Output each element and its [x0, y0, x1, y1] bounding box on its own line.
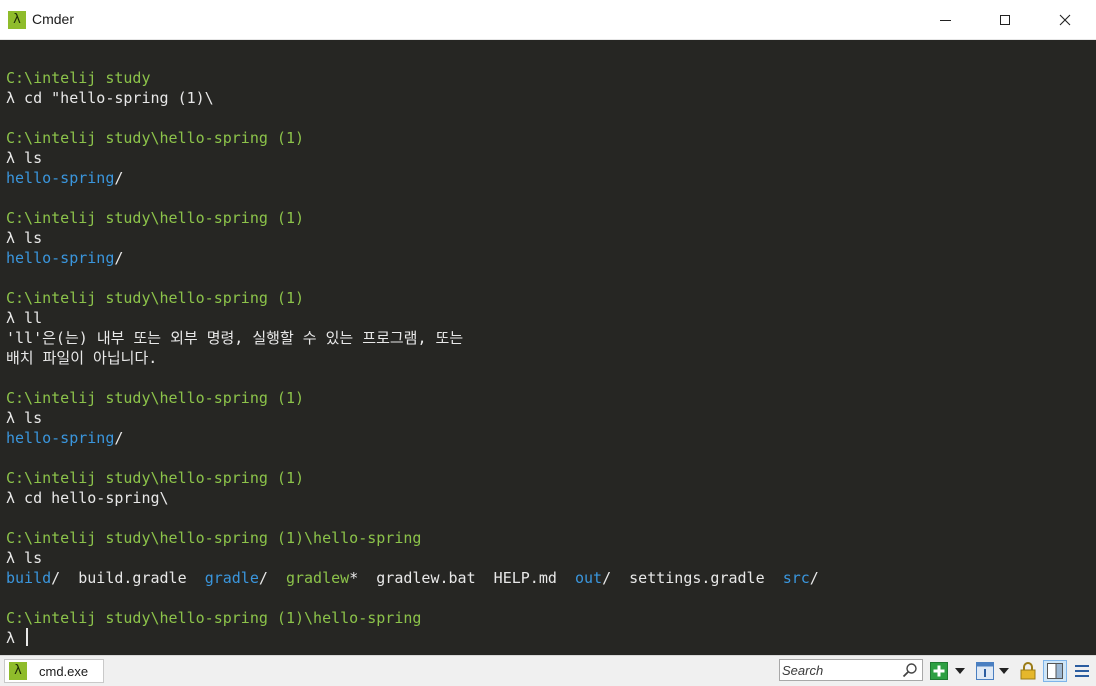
console-tab-cmd[interactable]: λ cmd.exe — [4, 659, 104, 683]
prompt-path: C:\intelij study — [6, 69, 151, 87]
terminal-line: hello-spring/ — [6, 248, 819, 268]
search-icon[interactable] — [902, 662, 918, 678]
lambda-icon: λ — [9, 662, 27, 680]
search-input[interactable] — [782, 661, 900, 679]
terminal-line: C:\intelij study\hello-spring (1) — [6, 288, 819, 308]
title-bar[interactable]: λ Cmder — [0, 0, 1096, 40]
maximize-icon — [1000, 15, 1010, 25]
terminal-line: λ — [6, 628, 819, 648]
minimize-button[interactable] — [916, 0, 974, 40]
lock-icon — [1020, 662, 1036, 680]
prompt-path: C:\intelij study\hello-spring (1) — [6, 209, 305, 227]
terminal-line: λ ls — [6, 228, 819, 248]
terminal-text: * gradlew.bat HELP.md — [349, 569, 575, 587]
close-button[interactable] — [1036, 0, 1094, 40]
plus-icon — [930, 662, 948, 680]
terminal-line: C:\intelij study — [6, 68, 819, 88]
terminal-line: C:\intelij study\hello-spring (1)\hello-… — [6, 608, 819, 628]
split-view-icon — [1047, 663, 1063, 679]
terminal-text: λ ls — [6, 229, 43, 247]
chevron-down-icon — [955, 668, 965, 674]
console-icon — [976, 662, 994, 680]
terminal-text: λ cd "hello-spring (1)\ — [6, 89, 214, 107]
maximize-button[interactable] — [976, 0, 1034, 40]
directory-entry: hello-spring — [6, 249, 115, 267]
terminal-console[interactable]: C:\intelij study λ cd "hello-spring (1)\ C… — [0, 40, 1096, 655]
terminal-text: / build.gradle — [51, 569, 205, 587]
terminal-line: λ ls — [6, 408, 819, 428]
new-console-dropdown[interactable] — [953, 660, 967, 682]
terminal-text: λ — [6, 629, 25, 647]
terminal-output[interactable]: C:\intelij study λ cd "hello-spring (1)\ C… — [6, 48, 819, 648]
executable-entry: gradlew — [285, 569, 350, 587]
terminal-line: C:\intelij study\hello-spring (1) — [6, 468, 819, 488]
console-list-button[interactable] — [974, 660, 996, 682]
status-bar: λ cmd.exe — [0, 655, 1096, 686]
terminal-line: λ ls — [6, 148, 819, 168]
new-console-button[interactable] — [929, 660, 949, 682]
terminal-line: 배치 파일이 아닙니다. — [6, 348, 819, 368]
terminal-text: λ ll — [6, 309, 43, 327]
directory-entry: build — [6, 569, 52, 587]
terminal-line: C:\intelij study\hello-spring (1) — [6, 208, 819, 228]
prompt-path: C:\intelij study\hello-spring (1)\hello-… — [6, 609, 422, 627]
terminal-text: / settings.gradle — [602, 569, 783, 587]
prompt-path: C:\intelij study\hello-spring (1) — [6, 389, 305, 407]
terminal-line: λ ls — [6, 548, 819, 568]
menu-button[interactable] — [1071, 660, 1093, 682]
terminal-line: λ cd hello-spring\ — [6, 488, 819, 508]
terminal-text: / — [809, 569, 819, 587]
split-view-button[interactable] — [1043, 660, 1067, 682]
minimize-icon — [939, 19, 951, 21]
hamburger-menu-icon — [1075, 665, 1089, 677]
prompt-path: C:\intelij study\hello-spring (1) — [6, 129, 305, 147]
lock-button[interactable] — [1017, 660, 1039, 682]
terminal-text: / — [114, 249, 124, 267]
terminal-text: λ ls — [6, 549, 43, 567]
terminal-text: / — [114, 429, 124, 447]
terminal-line: C:\intelij study\hello-spring (1) — [6, 388, 819, 408]
prompt-path: C:\intelij study\hello-spring (1) — [6, 469, 305, 487]
directory-entry: out — [574, 569, 603, 587]
directory-entry: hello-spring — [6, 169, 115, 187]
terminal-text: 배치 파일이 아닙니다. — [6, 349, 158, 367]
text-cursor — [26, 628, 29, 646]
directory-entry: gradle — [204, 569, 259, 587]
window-title: Cmder — [32, 11, 75, 27]
tab-label: cmd.exe — [39, 664, 89, 679]
directory-entry: hello-spring — [6, 429, 115, 447]
terminal-text: λ ls — [6, 409, 43, 427]
close-icon — [1059, 14, 1071, 26]
terminal-line: 'll'은(는) 내부 또는 외부 명령, 실행할 수 있는 프로그램, 또는 — [6, 328, 819, 348]
terminal-text: λ cd hello-spring\ — [6, 489, 169, 507]
console-list-dropdown[interactable] — [997, 660, 1011, 682]
terminal-line: hello-spring/ — [6, 168, 819, 188]
terminal-line: C:\intelij study\hello-spring (1)\hello-… — [6, 528, 819, 548]
terminal-line: λ cd "hello-spring (1)\ — [6, 88, 819, 108]
prompt-path: C:\intelij study\hello-spring (1) — [6, 289, 305, 307]
directory-entry: src — [782, 569, 810, 587]
terminal-line: λ ll — [6, 308, 819, 328]
terminal-line: C:\intelij study\hello-spring (1) — [6, 128, 819, 148]
prompt-path: C:\intelij study\hello-spring (1)\hello-… — [6, 529, 422, 547]
terminal-text: 'll'은(는) 내부 또는 외부 명령, 실행할 수 있는 프로그램, 또는 — [6, 329, 464, 347]
terminal-text: λ ls — [6, 149, 43, 167]
lambda-icon[interactable]: λ — [8, 11, 26, 29]
terminal-text: / — [114, 169, 124, 187]
search-box[interactable] — [779, 659, 923, 681]
terminal-line: build/ build.gradle gradle/ gradlew* gra… — [6, 568, 819, 588]
terminal-line: hello-spring/ — [6, 428, 819, 448]
terminal-text: / — [258, 569, 286, 587]
chevron-down-icon — [999, 668, 1009, 674]
